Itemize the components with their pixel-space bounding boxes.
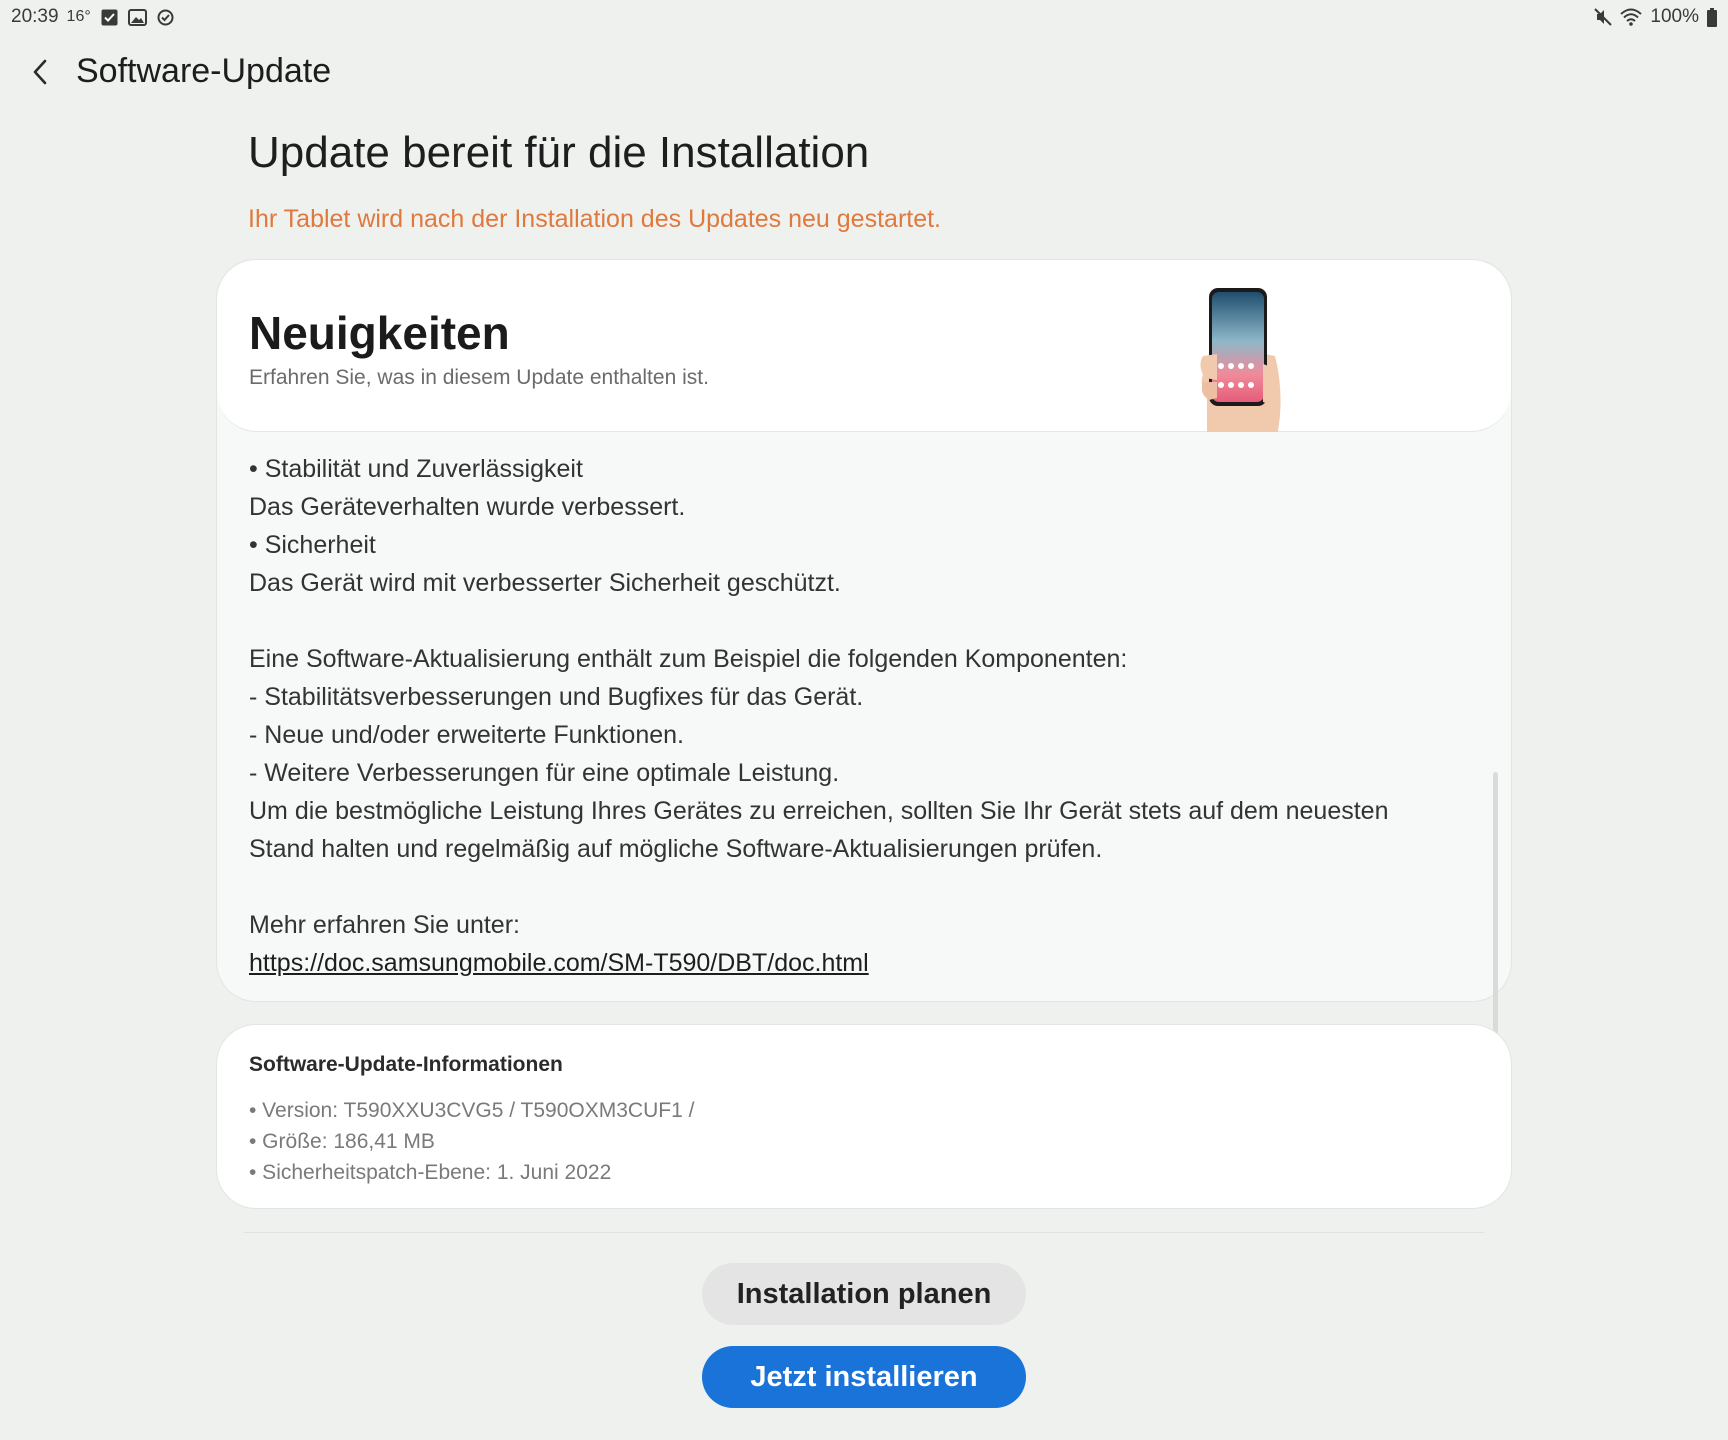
info-version: • Version: T590XXU3CVG5 / T590OXM3CUF1 /: [249, 1099, 695, 1122]
news-line: • Sicherheit: [249, 531, 376, 559]
news-header: Neuigkeiten Erfahren Sie, was in diesem …: [217, 260, 1511, 436]
check-circle-icon: [157, 9, 174, 26]
schedule-install-button[interactable]: Installation planen: [702, 1263, 1026, 1325]
temperature: 16°: [66, 8, 91, 25]
update-info-card: Software-Update-Informationen • Version:…: [216, 1024, 1512, 1209]
news-line: Um die bestmögliche Leistung Ihres Gerät…: [249, 797, 1389, 825]
status-bar-right: 100%: [1594, 6, 1717, 28]
news-spacer: [249, 868, 1469, 906]
news-line: • Stabilität und Zuverlässigkeit: [249, 455, 583, 483]
status-bar: 20:39 16° 100%: [0, 0, 1728, 34]
news-subtitle: Erfahren Sie, was in diesem Update entha…: [249, 366, 709, 389]
page-title: Software-Update: [76, 52, 332, 90]
news-title: Neuigkeiten: [249, 307, 510, 359]
battery-level: 100%: [1650, 6, 1699, 27]
restart-warning: Ihr Tablet wird nach der Installation de…: [248, 205, 942, 233]
app-bar: Software-Update: [0, 40, 1728, 104]
status-bar-left: 20:39 16°: [11, 6, 174, 28]
news-card: Neuigkeiten Erfahren Sie, was in diesem …: [216, 259, 1512, 1002]
info-security-patch: • Sicherheitspatch-Ebene: 1. Juni 2022: [249, 1161, 612, 1184]
phone-in-hand-illustration: [1177, 286, 1297, 436]
news-spacer: [249, 602, 1469, 640]
clock: 20:39: [11, 6, 59, 27]
news-line: Mehr erfahren Sie unter:: [249, 911, 520, 939]
news-line: - Neue und/oder erweiterte Funktionen.: [249, 721, 684, 749]
info-size: • Größe: 186,41 MB: [249, 1130, 435, 1153]
news-line: Das Geräteverhalten wurde verbessert.: [249, 493, 686, 521]
news-line: Eine Software-Aktualisierung enthält zum…: [249, 645, 1128, 673]
install-now-label: Jetzt installieren: [750, 1360, 978, 1393]
news-line: Stand halten und regelmäßig auf mögliche…: [249, 835, 1103, 863]
news-body: • Stabilität und Zuverlässigkeit Das Ger…: [249, 450, 1469, 982]
more-info-link[interactable]: https://doc.samsungmobile.com/SM-T590/DB…: [249, 949, 869, 977]
install-now-button[interactable]: Jetzt installieren: [702, 1346, 1026, 1408]
divider: [244, 1232, 1484, 1233]
mute-icon: [1594, 8, 1613, 26]
news-line: - Weitere Verbesserungen für eine optima…: [249, 759, 840, 787]
update-heading: Update bereit für die Installation: [248, 128, 870, 177]
news-line: Das Gerät wird mit verbesserter Sicherhe…: [249, 569, 841, 597]
battery-icon: [1707, 7, 1717, 27]
gallery-icon: [127, 8, 147, 26]
checkbox-icon: [101, 9, 118, 26]
news-line: - Stabilitätsverbesserungen und Bugfixes…: [249, 683, 864, 711]
chevron-left-icon: [33, 59, 47, 85]
schedule-install-label: Installation planen: [736, 1277, 992, 1310]
info-list: • Version: T590XXU3CVG5 / T590OXM3CUF1 /…: [249, 1095, 694, 1188]
info-title: Software-Update-Informationen: [249, 1053, 563, 1076]
wifi-icon: [1620, 8, 1643, 26]
back-button[interactable]: [18, 50, 62, 94]
